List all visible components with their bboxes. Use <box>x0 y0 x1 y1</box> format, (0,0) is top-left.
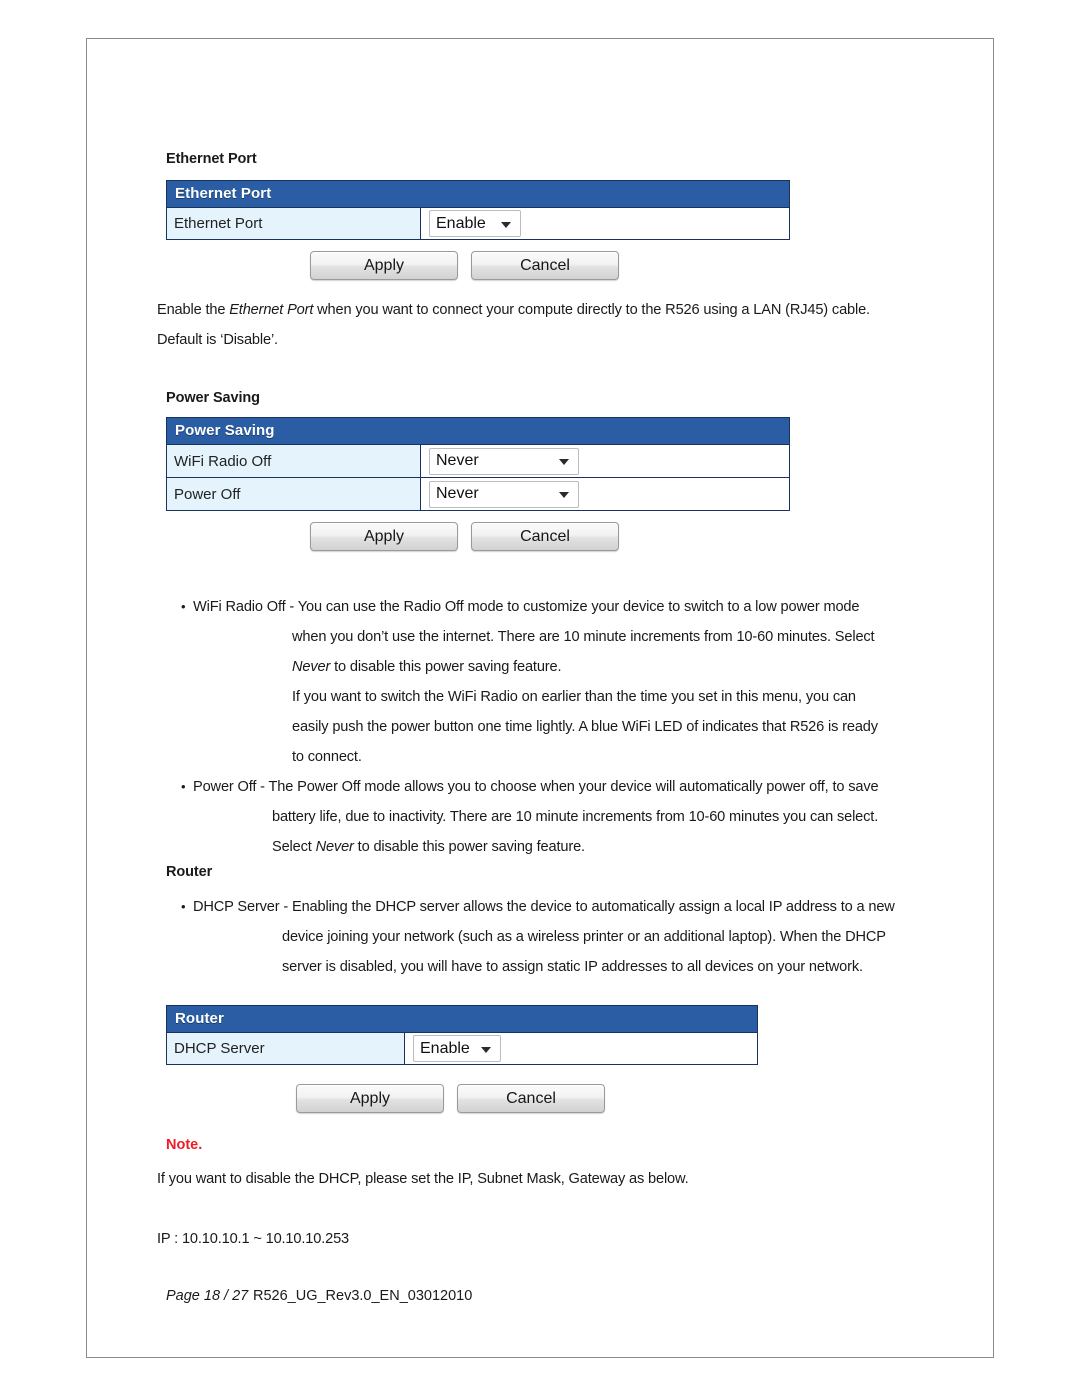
text-post: when you want to connect your compute di… <box>313 302 870 318</box>
note-body-line-2: IP : 10.10.10.1 ~ 10.10.10.253 <box>157 1224 349 1254</box>
text-pre: IP : 10.10.10.1 ~ 10.10.10.253 <box>157 1231 350 1247</box>
power-saving-bullet-2-line-2: battery life, due to inactivity. There a… <box>272 802 878 832</box>
apply-button-ethernet[interactable]: Apply <box>310 251 458 280</box>
note-body-line-1: If you want to disable the DHCP, please … <box>157 1164 689 1194</box>
ethernet-port-select[interactable]: Enable <box>429 210 521 237</box>
ethernet-paragraph-line-2: Default is ‘Disable’. <box>157 325 278 355</box>
power-saving-bullet-1-line-1: WiFi Radio Off - You can use the Radio O… <box>193 592 860 622</box>
footer-page-number: Page 18 / 27 <box>166 1288 249 1304</box>
section-heading-power-saving: Power Saving <box>166 390 260 406</box>
power-saving-bullet-1-line-2: when you don’t use the internet. There a… <box>292 622 875 652</box>
row-value-dhcp-server: Enable <box>405 1033 757 1064</box>
apply-button-router-label: Apply <box>349 1089 391 1107</box>
apply-button-power-saving[interactable]: Apply <box>310 522 458 551</box>
power-saving-bullet-1-line-4: If you want to switch the WiFi Radio on … <box>292 682 856 712</box>
apply-button-ethernet-label: Apply <box>363 256 405 274</box>
text-post: to disable this power saving feature. <box>330 659 562 675</box>
text-pre: If you want to disable the DHCP, please … <box>157 1171 689 1187</box>
ethernet-port-panel-title: Ethernet Port <box>167 181 789 207</box>
chevron-down-icon <box>559 459 569 465</box>
dhcp-server-select-value: Enable <box>420 1039 470 1057</box>
power-off-select-value: Never <box>436 485 479 502</box>
row-value-power-off: Never <box>421 478 789 510</box>
text-em: Never <box>315 839 354 855</box>
table-row: Ethernet Port Enable <box>167 207 789 239</box>
chevron-down-icon <box>501 221 511 228</box>
section-heading-router: Router <box>166 864 213 880</box>
chevron-down-icon <box>481 1046 491 1053</box>
row-label-power-off: Power Off <box>167 478 421 510</box>
text-pre: Select <box>272 839 316 855</box>
document-page: Ethernet Port Ethernet Port Ethernet Por… <box>86 38 994 1358</box>
wifi-radio-off-select-value: Never <box>436 452 479 469</box>
power-saving-bullet-2-line-1: Power Off - The Power Off mode allows yo… <box>193 772 879 802</box>
text-pre: WiFi Radio Off - You can use the Radio O… <box>193 599 860 615</box>
ethernet-port-select-value: Enable <box>436 214 486 232</box>
apply-button-router[interactable]: Apply <box>296 1084 444 1113</box>
text-pre: Power Off - The Power Off mode allows yo… <box>193 779 879 795</box>
bullet-marker: • <box>181 779 186 794</box>
text-pre: Enable the <box>157 302 230 318</box>
apply-button-power-saving-label: Apply <box>363 527 405 545</box>
router-bullet-line-1: DHCP Server - Enabling the DHCP server a… <box>193 892 895 922</box>
power-saving-bullet-1-line-3: Never to disable this power saving featu… <box>292 652 562 682</box>
power-saving-bullet-1-line-5: easily push the power button one time li… <box>292 712 878 742</box>
text-pre: server is disabled, you will have to ass… <box>282 959 863 975</box>
text-pre: Default is ‘Disable’. <box>157 332 278 348</box>
row-value-wifi-radio-off: Never <box>421 445 789 477</box>
text-pre: DHCP Server - Enabling the DHCP server a… <box>193 899 895 915</box>
text-em: Ethernet Port <box>229 302 314 318</box>
text-pre: to connect. <box>292 749 362 765</box>
cancel-button-ethernet[interactable]: Cancel <box>471 251 619 280</box>
cancel-button-power-saving-label: Cancel <box>520 527 570 545</box>
row-label-ethernet-port: Ethernet Port <box>167 208 421 239</box>
ethernet-port-panel: Ethernet Port Ethernet Port Enable <box>166 180 790 240</box>
wifi-radio-off-select[interactable]: Never <box>429 447 579 475</box>
section-heading-ethernet-port: Ethernet Port <box>166 151 257 167</box>
text-pre: battery life, due to inactivity. There a… <box>272 809 879 825</box>
router-panel: Router DHCP Server Enable <box>166 1005 758 1065</box>
text-post: to disable this power saving feature. <box>353 839 585 855</box>
chevron-down-icon <box>559 492 569 498</box>
table-row: WiFi Radio Off Never <box>167 444 789 477</box>
bullet-marker: • <box>181 599 186 614</box>
power-saving-bullet-1-line-6: to connect. <box>292 742 362 772</box>
power-off-select[interactable]: Never <box>429 480 579 508</box>
power-saving-panel: Power Saving WiFi Radio Off Never Power … <box>166 417 790 511</box>
power-saving-panel-title: Power Saving <box>167 418 789 444</box>
ethernet-paragraph-line-1: Enable the Ethernet Port when you want t… <box>157 295 870 325</box>
row-label-wifi-radio-off: WiFi Radio Off <box>167 445 421 477</box>
note-heading: Note. <box>166 1137 203 1153</box>
cancel-button-router[interactable]: Cancel <box>457 1084 605 1113</box>
router-bullet-line-2: device joining your network (such as a w… <box>282 922 886 952</box>
table-row: Power Off Never <box>167 477 789 510</box>
text-pre: device joining your network (such as a w… <box>282 929 886 945</box>
dhcp-server-select[interactable]: Enable <box>413 1035 501 1062</box>
row-label-dhcp-server: DHCP Server <box>167 1033 405 1064</box>
cancel-button-router-label: Cancel <box>506 1089 556 1107</box>
router-panel-title: Router <box>167 1006 757 1032</box>
text-pre: when you don’t use the internet. There a… <box>292 629 875 645</box>
table-row: DHCP Server Enable <box>167 1032 757 1064</box>
text-em: Never <box>292 659 331 675</box>
text-pre: If you want to switch the WiFi Radio on … <box>292 689 856 705</box>
footer-revision: R526_UG_Rev3.0_EN_03012010 <box>253 1288 473 1304</box>
text-pre: easily push the power button one time li… <box>292 719 878 735</box>
power-saving-bullet-2-line-3: Select Never to disable this power savin… <box>272 832 585 862</box>
cancel-button-ethernet-label: Cancel <box>520 256 570 274</box>
row-value-ethernet-port: Enable <box>421 208 789 239</box>
router-bullet-line-3: server is disabled, you will have to ass… <box>282 952 863 982</box>
bullet-marker: • <box>181 899 186 914</box>
cancel-button-power-saving[interactable]: Cancel <box>471 522 619 551</box>
